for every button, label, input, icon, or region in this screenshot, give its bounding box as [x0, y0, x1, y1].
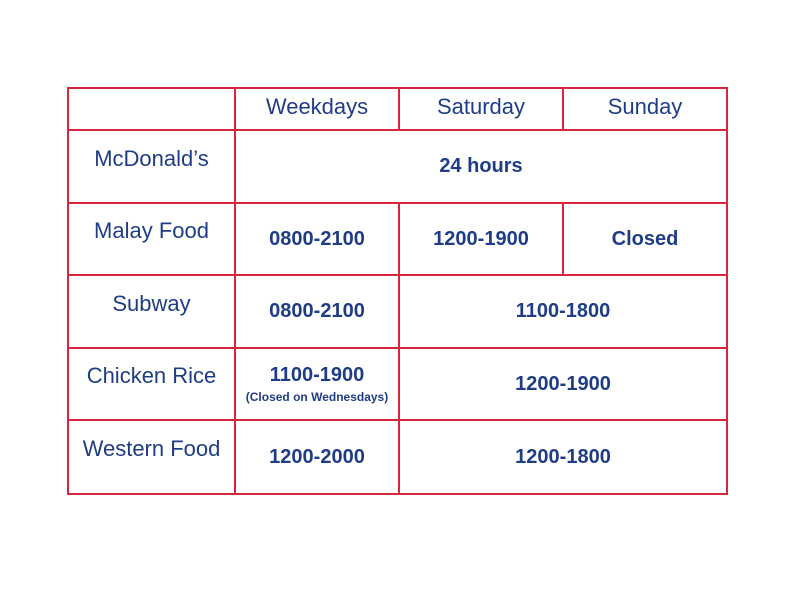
hours-value: 0800-2100 — [269, 227, 365, 250]
header-sunday: Sunday — [562, 87, 728, 131]
hours-value: 1200-1800 — [515, 445, 611, 468]
hours-value: 1100-1800 — [515, 300, 611, 322]
hours-weekdays-cell: 0800-2100 — [234, 274, 400, 349]
corner-cell — [67, 87, 236, 131]
hours-weekend-cell: 1200-1800 — [398, 419, 728, 495]
row-name: McDonald’s — [94, 145, 209, 171]
row-name-cell: Subway — [67, 274, 236, 349]
row-name-cell: McDonald’s — [67, 129, 236, 204]
header-saturday-label: Saturday — [436, 94, 526, 119]
row-name: Western Food — [82, 436, 221, 461]
table-row: Subway 0800-2100 1100-1800 — [67, 274, 728, 349]
page: Weekdays Saturday Sunday McDonald’s 24 h… — [0, 0, 800, 600]
hours-weekdays-cell: 1100-1900 (Closed on Wednesdays) — [234, 347, 400, 421]
row-name: Malay Food — [94, 218, 209, 243]
hours-weekend-cell: 1200-1900 — [398, 347, 728, 421]
header-row: Weekdays Saturday Sunday — [67, 87, 728, 131]
hours-value: Closed — [611, 227, 679, 250]
table-row: Western Food 1200-2000 1200-1800 — [67, 419, 728, 495]
header-weekdays-label: Weekdays — [265, 94, 369, 119]
hours-value: 1200-2000 — [269, 445, 365, 468]
header-weekdays: Weekdays — [234, 87, 400, 131]
hours-value: 1200-1900 — [433, 227, 529, 250]
row-name-cell: Malay Food — [67, 202, 236, 276]
opening-hours-table: Weekdays Saturday Sunday McDonald’s 24 h… — [67, 87, 728, 495]
hours-saturday-cell: 1200-1900 — [398, 202, 564, 276]
hours-weekdays-cell: 0800-2100 — [234, 202, 400, 276]
table-row: Malay Food 0800-2100 1200-1900 Closed — [67, 202, 728, 276]
hours-value: 1100-1900 — [269, 364, 365, 386]
row-name-cell: Western Food — [67, 419, 236, 495]
header-sunday-label: Sunday — [607, 94, 683, 119]
hours-sunday-cell: Closed — [562, 202, 728, 276]
table-row: Chicken Rice 1100-1900 (Closed on Wednes… — [67, 347, 728, 421]
hours-weekdays-cell: 1200-2000 — [234, 419, 400, 495]
row-name: Chicken Rice — [86, 363, 217, 388]
hours-value: 24 hours — [439, 155, 523, 177]
hours-value: 0800-2100 — [269, 300, 365, 322]
row-name-cell: Chicken Rice — [67, 347, 236, 421]
header-saturday: Saturday — [398, 87, 564, 131]
row-name: Subway — [112, 290, 191, 316]
hours-all-days-cell: 24 hours — [234, 129, 728, 204]
hours-weekend-cell: 1100-1800 — [398, 274, 728, 349]
table-row: McDonald’s 24 hours — [67, 129, 728, 204]
hours-value: 1200-1900 — [515, 372, 611, 395]
hours-note: (Closed on Wednesdays) — [245, 390, 389, 404]
